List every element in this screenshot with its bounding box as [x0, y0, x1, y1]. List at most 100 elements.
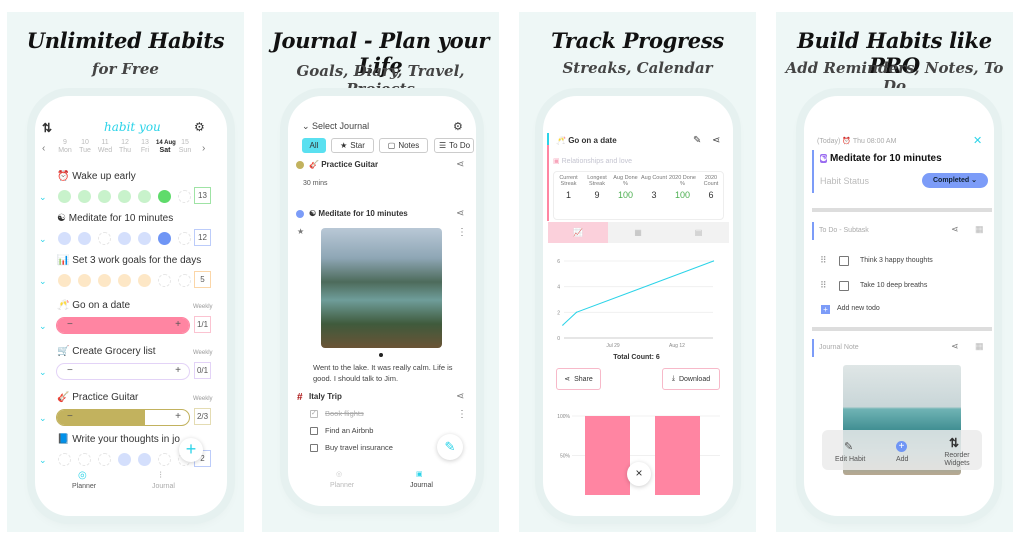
- download-button[interactable]: ⤓ Download: [662, 368, 720, 390]
- day-check-dot[interactable]: [78, 190, 91, 203]
- day-check-dot[interactable]: [158, 453, 171, 466]
- habit-title[interactable]: 📘 Write your thoughts in jo: [57, 434, 180, 445]
- add-todo-icon[interactable]: +: [821, 305, 830, 314]
- day-check-dot[interactable]: [98, 453, 111, 466]
- day-check-dot[interactable]: [118, 190, 131, 203]
- journal-photo[interactable]: [321, 228, 442, 348]
- day-check-dot[interactable]: [78, 232, 91, 245]
- day-check-dot[interactable]: [118, 232, 131, 245]
- progress-bar[interactable]: − +: [56, 317, 190, 334]
- day-check-dot[interactable]: [58, 232, 71, 245]
- close-button[interactable]: ×: [627, 462, 651, 486]
- day-1[interactable]: 10 Tue: [76, 139, 94, 155]
- increment-button[interactable]: +: [175, 411, 181, 422]
- day-check-dot[interactable]: [118, 274, 131, 287]
- trip-title[interactable]: Italy Trip: [309, 392, 342, 401]
- status-dropdown[interactable]: Completed ⌄: [922, 173, 988, 188]
- decrement-button[interactable]: −: [67, 411, 73, 422]
- day-check-dot[interactable]: [98, 190, 111, 203]
- day-check-dot[interactable]: [78, 274, 91, 287]
- nav-planner[interactable]: Planner: [72, 483, 96, 490]
- filter-todo[interactable]: ☰ To Do: [434, 138, 474, 153]
- share-icon[interactable]: ⋖: [951, 342, 959, 351]
- increment-button[interactable]: +: [175, 365, 181, 376]
- close-icon[interactable]: ✕: [973, 134, 982, 147]
- expand-chevron-icon[interactable]: ⌄: [39, 234, 47, 245]
- day-check-dot[interactable]: [138, 232, 151, 245]
- share-icon[interactable]: ⋖: [456, 160, 464, 170]
- add-todo-button[interactable]: Add new todo: [837, 305, 880, 312]
- day-check-dot[interactable]: [158, 274, 171, 287]
- decrement-button[interactable]: −: [67, 319, 73, 330]
- edit-icon[interactable]: ✎: [693, 136, 701, 146]
- expand-chevron-icon[interactable]: ⌄: [39, 455, 47, 466]
- nav-journal[interactable]: Journal: [410, 482, 433, 489]
- share-icon[interactable]: ⋖: [456, 392, 464, 402]
- tab-calendar[interactable]: ▤: [668, 222, 729, 243]
- habit-title[interactable]: ⏰ Wake up early: [57, 171, 136, 182]
- increment-button[interactable]: +: [175, 319, 181, 330]
- habit-title[interactable]: ☯ Meditate for 10 minutes: [57, 213, 173, 224]
- day-check-dot[interactable]: [178, 232, 191, 245]
- prev-week-button[interactable]: ‹: [42, 143, 45, 154]
- day-check-dot[interactable]: [118, 453, 131, 466]
- day-2[interactable]: 11 Wed: [96, 139, 114, 155]
- day-0[interactable]: 9 Mon: [56, 139, 74, 155]
- decrement-button[interactable]: −: [67, 365, 73, 376]
- progress-bar[interactable]: − +: [56, 409, 190, 426]
- gear-icon[interactable]: ⚙: [194, 120, 205, 134]
- day-check-dot[interactable]: [58, 190, 71, 203]
- day-3[interactable]: 12 Thu: [116, 139, 134, 155]
- filter-notes[interactable]: ▢ Notes: [379, 138, 428, 153]
- entry-title[interactable]: 🎸 Practice Guitar: [309, 160, 378, 169]
- add-button[interactable]: Add: [896, 456, 908, 463]
- drag-handle-icon[interactable]: ⠿: [820, 280, 827, 291]
- day-check-dot[interactable]: [178, 190, 191, 203]
- nav-planner[interactable]: Planner: [330, 482, 354, 489]
- widget-settings-icon[interactable]: ▦: [975, 225, 984, 234]
- progress-bar[interactable]: − +: [56, 363, 190, 380]
- tab-list[interactable]: ▦: [608, 222, 668, 243]
- edit-fab[interactable]: ✎: [437, 434, 463, 460]
- next-week-button[interactable]: ›: [202, 143, 205, 154]
- add-habit-fab[interactable]: +: [179, 438, 203, 462]
- share-icon[interactable]: ⋖: [712, 136, 720, 146]
- expand-chevron-icon[interactable]: ⌄: [39, 367, 47, 378]
- habit-title[interactable]: 🎸 Practice Guitar: [57, 392, 138, 403]
- star-icon[interactable]: ★: [297, 228, 304, 236]
- todo-checkbox[interactable]: ✓: [310, 410, 318, 418]
- day-check-dot[interactable]: [98, 274, 111, 287]
- reorder-widgets-button[interactable]: Reorder Widgets: [941, 452, 973, 468]
- drag-handle-icon[interactable]: ⠿: [820, 255, 827, 266]
- day-check-dot[interactable]: [98, 232, 111, 245]
- day-check-dot[interactable]: [58, 274, 71, 287]
- day-check-dot[interactable]: [78, 453, 91, 466]
- entry-title[interactable]: ☯ Meditate for 10 minutes: [309, 209, 408, 218]
- day-check-dot[interactable]: [158, 190, 171, 203]
- expand-chevron-icon[interactable]: ⌄: [39, 276, 47, 287]
- todo-checkbox[interactable]: [839, 256, 849, 266]
- todo-checkbox[interactable]: [310, 427, 318, 435]
- gear-icon[interactable]: ⚙: [453, 120, 463, 133]
- day-check-dot[interactable]: [138, 274, 151, 287]
- day-5[interactable]: 14 Aug Sat: [156, 139, 176, 155]
- nav-journal[interactable]: Journal: [152, 483, 175, 490]
- todo-checkbox[interactable]: [310, 444, 318, 452]
- select-journal-dropdown[interactable]: ⌄ Select Journal: [302, 121, 369, 132]
- sort-icon[interactable]: ⇅: [42, 121, 52, 135]
- day-6[interactable]: 15 Sun: [176, 139, 194, 155]
- widget-settings-icon[interactable]: ▦: [975, 342, 984, 351]
- todo-checkbox[interactable]: [839, 281, 849, 291]
- habit-title[interactable]: 🥂 Go on a date: [57, 300, 130, 311]
- habit-title[interactable]: 📊 Set 3 work goals for the days: [57, 255, 201, 266]
- more-icon[interactable]: ⋮: [457, 410, 467, 420]
- expand-chevron-icon[interactable]: ⌄: [39, 413, 47, 424]
- filter-all[interactable]: All: [302, 138, 326, 153]
- day-4[interactable]: 13 Fri: [136, 139, 154, 155]
- more-icon[interactable]: ⋮: [457, 228, 467, 238]
- day-check-dot[interactable]: [58, 453, 71, 466]
- day-check-dot[interactable]: [178, 274, 191, 287]
- share-button[interactable]: ⋖ Share: [556, 368, 601, 390]
- tab-chart[interactable]: 📈: [548, 222, 608, 243]
- edit-habit-button[interactable]: Edit Habit: [835, 456, 865, 463]
